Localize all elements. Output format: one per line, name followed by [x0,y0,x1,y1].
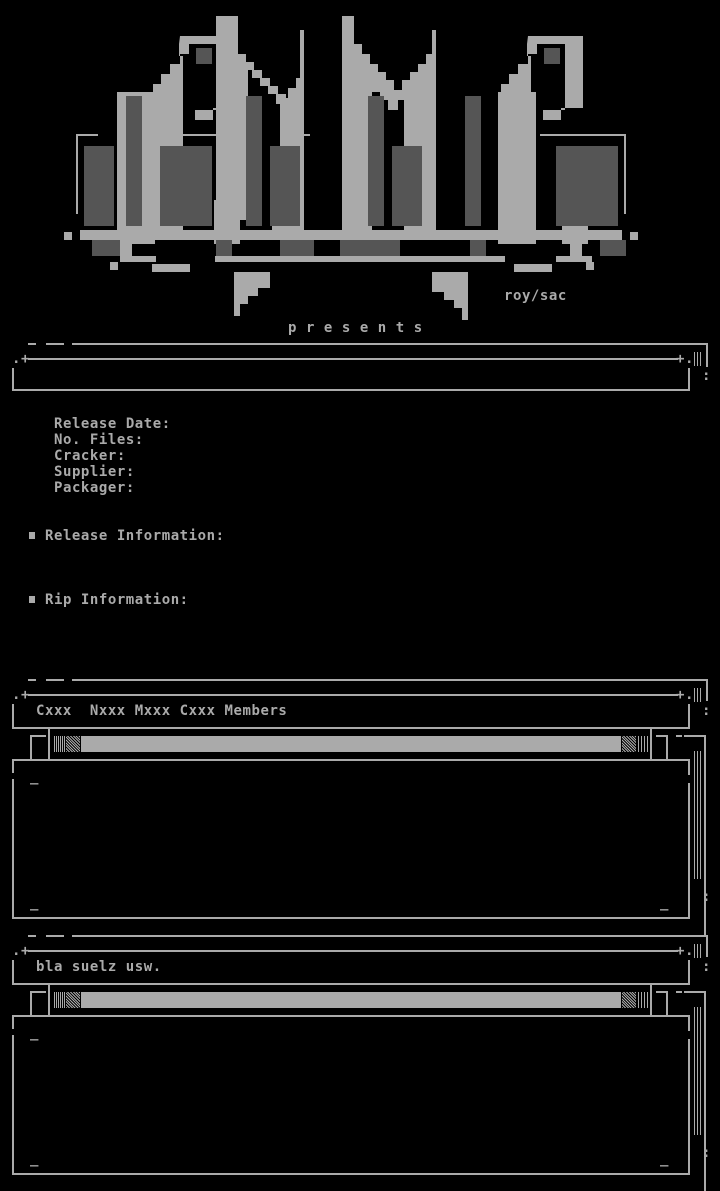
section-release-information: Release Information: [45,528,225,544]
field-cracker: Cracker: [54,448,126,464]
group-logo [64,16,638,320]
field-supplier: Supplier: [54,464,135,480]
presents-tagline: p r e s e n t s [288,320,423,336]
section-rip-information: Rip Information: [45,592,189,608]
artist-credit: roy/sac [504,288,567,304]
panel-title: Cxxx Nxxx Mxxx Cxxx Members [36,703,288,719]
field-release-date: Release Date: [54,416,171,432]
bullet-icon [29,596,35,603]
progress-bar-fill [81,992,621,1008]
progress-bar-fill [81,736,621,752]
field-no-files: No. Files: [54,432,144,448]
field-packager: Packager: [54,480,135,496]
bullet-icon [29,532,35,539]
panel-title: bla suelz usw. [36,959,162,975]
